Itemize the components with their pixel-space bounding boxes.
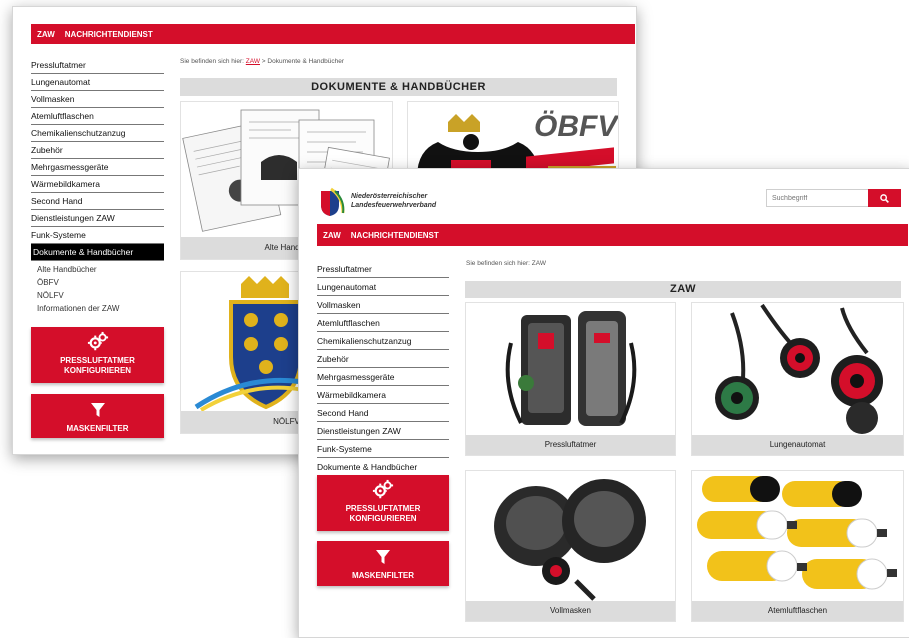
product-caption-pressluftatmer: Pressluftatmer xyxy=(466,435,675,455)
back-sidebar-item-chemikalienschutzanzug[interactable]: Chemikalienschutzanzug xyxy=(31,125,164,142)
back-sidebar-item-dokumente-active[interactable]: Dokumente & Handbücher xyxy=(31,244,164,261)
noelfv-logo-icon xyxy=(321,187,345,216)
full-face-mask-image xyxy=(494,479,646,601)
back-cta1-line2: KONFIGURIEREN xyxy=(63,366,132,375)
search-input[interactable] xyxy=(766,189,871,207)
front-sidebar-item-mehrgasmessgeraete[interactable]: Mehrgasmessgeräte xyxy=(317,368,449,386)
oebfv-logo-text: ÖBFV xyxy=(534,110,618,143)
back-top-nav: ZAW NACHRICHTENDIENST xyxy=(31,24,635,44)
front-sidebar-item-lungenautomat[interactable]: Lungenautomat xyxy=(317,278,449,296)
search-icon xyxy=(880,194,889,203)
back-sidebar-item-waermebildkamera[interactable]: Wärmebildkamera xyxy=(31,176,164,193)
back-breadcrumb-link-zaw[interactable]: ZAW xyxy=(246,58,260,65)
front-sidebar: Pressluftatmer Lungenautomat Vollmasken … xyxy=(317,260,449,475)
front-cta1-line2: KONFIGURIEREN xyxy=(349,514,417,523)
back-breadcrumb: Sie befinden sich hier: ZAW > Dokumente … xyxy=(180,58,345,65)
front-cta2-label: MASKENFILTER xyxy=(351,571,415,580)
back-sidebar-item-zubehoer[interactable]: Zubehör xyxy=(31,142,164,159)
front-page-screenshot: Niederösterreichischer Landesfeuerwehrve… xyxy=(298,168,909,638)
back-cta1-line1: PRESSLUFTATMER xyxy=(60,356,135,365)
front-maskenfilter-button[interactable]: MASKENFILTER xyxy=(317,541,449,586)
front-nav-nachrichtendienst[interactable]: NACHRICHTENDIENST xyxy=(351,231,439,240)
breathing-apparatus-image xyxy=(505,311,637,426)
product-card-pressluftatmer[interactable]: Pressluftatmer xyxy=(465,302,676,456)
product-card-lungenautomat[interactable]: Lungenautomat xyxy=(691,302,904,456)
back-subitem-informationen[interactable]: Informationen der ZAW xyxy=(31,302,164,315)
back-sidebar-item-mehrgasmessgeraete[interactable]: Mehrgasmessgeräte xyxy=(31,159,164,176)
front-sidebar-item-second-hand[interactable]: Second Hand xyxy=(317,404,449,422)
filter-icon xyxy=(376,550,390,564)
product-card-vollmasken[interactable]: Vollmasken xyxy=(465,470,676,622)
product-caption-atemluftflaschen: Atemluftflaschen xyxy=(692,601,903,621)
front-sidebar-item-waermebildkamera[interactable]: Wärmebildkamera xyxy=(317,386,449,404)
search-button[interactable] xyxy=(868,189,901,207)
back-pressluftatmer-konfigurieren-button[interactable]: PRESSLUFTATMER KONFIGURIEREN xyxy=(31,327,164,383)
back-sidebar-item-second-hand[interactable]: Second Hand xyxy=(31,193,164,210)
front-sidebar-item-vollmasken[interactable]: Vollmasken xyxy=(317,296,449,314)
back-sidebar-item-vollmasken[interactable]: Vollmasken xyxy=(31,91,164,108)
back-sidebar-item-lungenautomat[interactable]: Lungenautomat xyxy=(31,74,164,91)
product-card-atemluftflaschen[interactable]: Atemluftflaschen xyxy=(691,470,904,622)
front-cta1-line1: PRESSLUFTATMER xyxy=(345,504,421,513)
front-sidebar-item-zubehoer[interactable]: Zubehör xyxy=(317,350,449,368)
front-sidebar-item-atemluftflaschen[interactable]: Atemluftflaschen xyxy=(317,314,449,332)
gears-icon xyxy=(87,331,108,351)
product-caption-vollmasken: Vollmasken xyxy=(466,601,675,621)
back-cta2-label: MASKENFILTER xyxy=(66,424,129,433)
front-pressluftatmer-konfigurieren-button[interactable]: PRESSLUFTATMER KONFIGURIEREN xyxy=(317,475,449,531)
back-maskenfilter-button[interactable]: MASKENFILTER xyxy=(31,394,164,438)
filter-icon xyxy=(90,403,105,417)
back-page-title: DOKUMENTE & HANDBÜCHER xyxy=(180,78,617,96)
logo-text-line1: Niederösterreichischer xyxy=(351,193,428,200)
front-nav-zaw[interactable]: ZAW xyxy=(323,231,341,240)
back-sidebar-item-funk-systeme[interactable]: Funk-Systeme xyxy=(31,227,164,244)
lung-demand-valve-image xyxy=(715,303,883,434)
back-subitem-oebfv[interactable]: ÖBFV xyxy=(31,276,164,289)
air-cylinders-image xyxy=(697,476,897,590)
noelfv-logo[interactable]: Niederösterreichischer Landesfeuerwehrve… xyxy=(317,187,497,217)
front-sidebar-item-funk-systeme[interactable]: Funk-Systeme xyxy=(317,440,449,458)
front-breadcrumb-current: ZAW xyxy=(531,260,546,267)
front-top-nav: ZAW NACHRICHTENDIENST xyxy=(317,224,908,246)
front-sidebar-item-pressluftatmer[interactable]: Pressluftatmer xyxy=(317,260,449,278)
product-caption-lungenautomat: Lungenautomat xyxy=(692,435,903,455)
back-subitem-noelfv[interactable]: NÖLFV xyxy=(31,289,164,302)
back-sidebar: Pressluftatmer Lungenautomat Vollmasken … xyxy=(31,57,164,315)
front-sidebar-item-dienstleistungen[interactable]: Dienstleistungen ZAW xyxy=(317,422,449,440)
logo-text-line2: Landesfeuerwehrverband xyxy=(351,202,437,209)
front-breadcrumb: Sie befinden sich hier: ZAW xyxy=(466,260,546,267)
front-sidebar-item-chemikalienschutzanzug[interactable]: Chemikalienschutzanzug xyxy=(317,332,449,350)
back-sidebar-item-atemluftflaschen[interactable]: Atemluftflaschen xyxy=(31,108,164,125)
front-sidebar-item-dokumente[interactable]: Dokumente & Handbücher xyxy=(317,458,449,475)
back-sidebar-item-dienstleistungen[interactable]: Dienstleistungen ZAW xyxy=(31,210,164,227)
back-nav-nachrichtendienst[interactable]: NACHRICHTENDIENST xyxy=(65,30,153,39)
back-nav-zaw[interactable]: ZAW xyxy=(37,30,55,39)
back-sidebar-item-pressluftatmer[interactable]: Pressluftatmer xyxy=(31,57,164,74)
front-page-title: ZAW xyxy=(465,281,901,298)
gears-icon xyxy=(372,479,394,499)
back-subitem-alte-handbuecher[interactable]: Alte Handbücher xyxy=(31,263,164,276)
